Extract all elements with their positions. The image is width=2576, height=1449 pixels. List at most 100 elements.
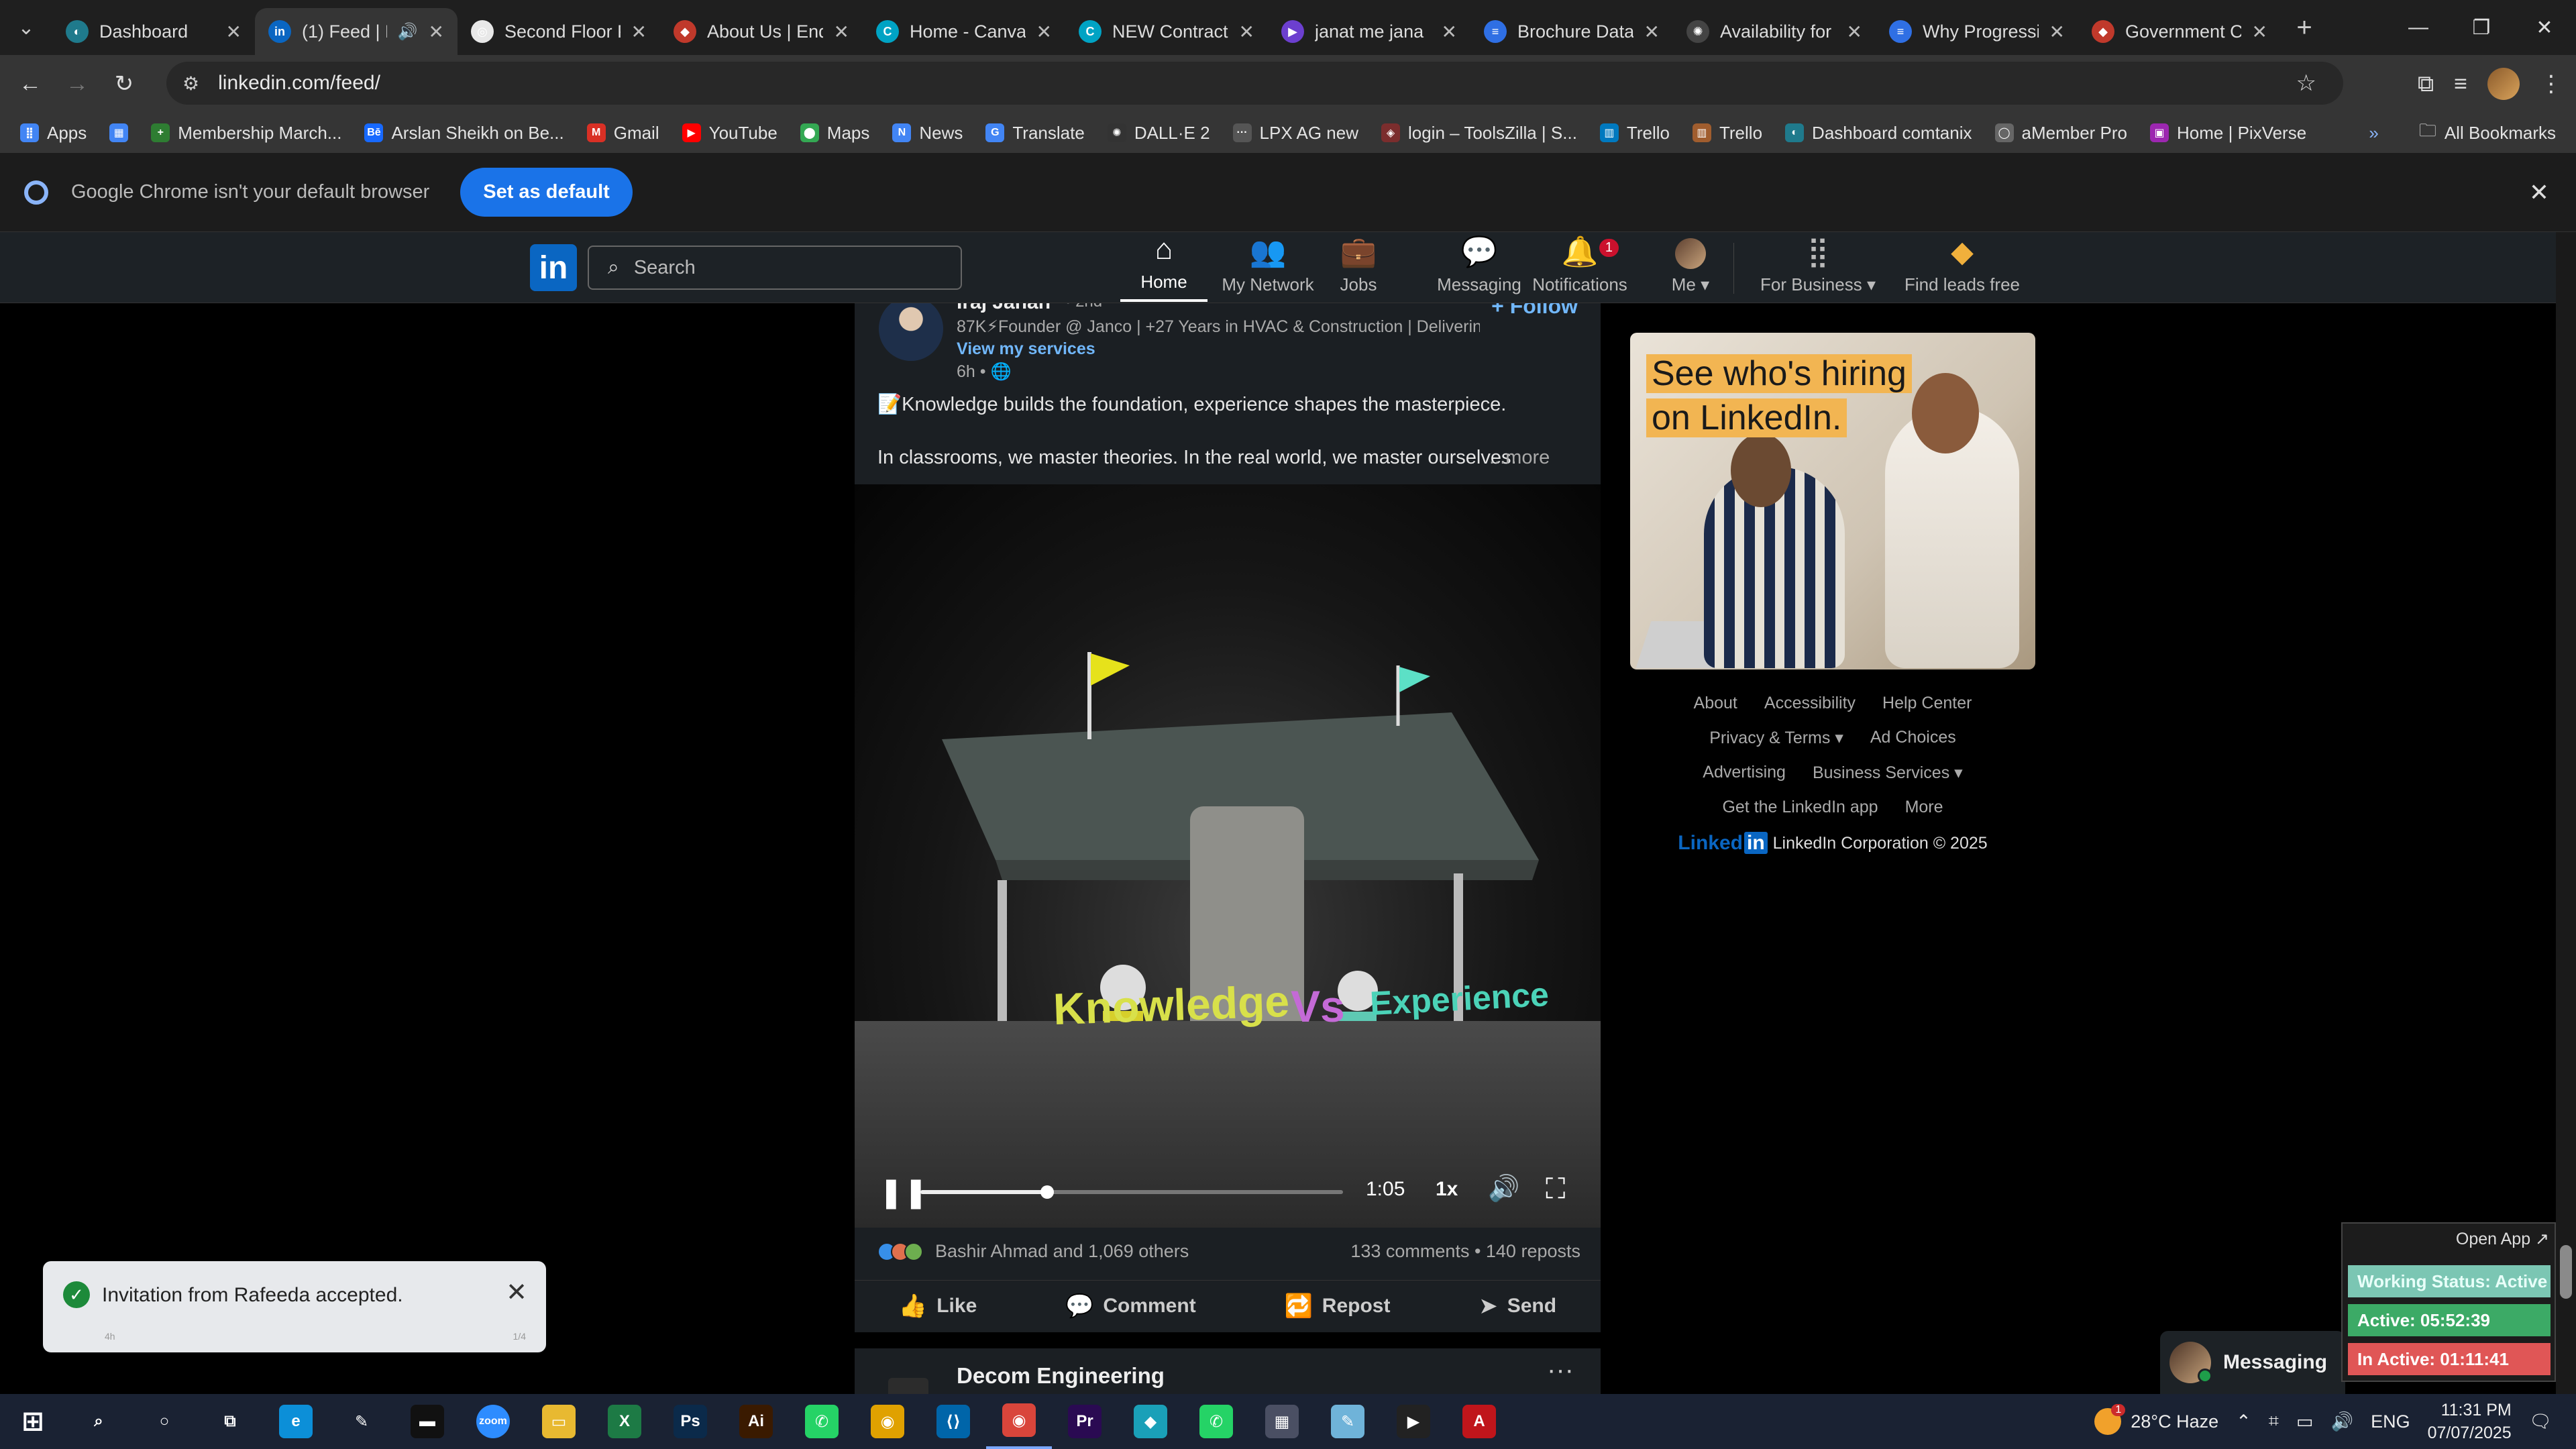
set-as-default-button[interactable]: Set as default [460,168,633,217]
playback-speed-button[interactable]: 1x [1436,1178,1458,1201]
forward-button[interactable]: → [54,71,101,97]
browser-tab[interactable]: ◐ Dashboard ✕ [52,8,255,55]
linkedin-logo[interactable]: in [530,244,577,291]
footer-link[interactable]: Get the LinkedIn app [1722,798,1878,817]
volume-icon[interactable]: 🔊 [1488,1174,1519,1203]
tab-close-icon[interactable]: ✕ [2049,21,2065,43]
chrome-menu-icon[interactable]: ⋮ [2540,70,2563,97]
notification-center-icon[interactable]: 🗨 [2529,1411,2552,1432]
footer-link[interactable]: Advertising [1703,763,1786,783]
restore-button[interactable]: ❐ [2450,0,2513,55]
bookmark-item[interactable]: N News [892,123,963,144]
fullscreen-icon[interactable]: ⛶ [1546,1173,1565,1205]
video-progress-bar[interactable] [920,1185,1343,1199]
search-input[interactable]: ⌕ Search [588,246,962,290]
whatsapp-icon-2[interactable]: ✆ [1183,1394,1249,1449]
network-icon[interactable]: ▭ [2296,1411,2314,1432]
bookmark-item[interactable]: ▥ Trello [1599,123,1670,144]
address-bar[interactable]: ⚙ linkedin.com/feed/ ☆ [166,62,2343,105]
footer-link[interactable]: About [1694,694,1737,713]
bookmark-item[interactable]: ··· LPX AG new [1232,123,1358,144]
close-window-button[interactable]: ✕ [2513,0,2576,55]
weather-widget[interactable]: 1 28°C Haze [2094,1404,2218,1435]
browser-tab[interactable]: ◆ Government Contract ✕ [2078,8,2281,55]
vscode-icon[interactable]: ⟨⟩ [920,1394,986,1449]
tab-close-icon[interactable]: ✕ [1847,21,1862,43]
browser-tab[interactable]: in (1) Feed | LinkedIn 🔊 ✕ [255,8,458,55]
nav-jobs[interactable]: 💼 Jobs [1322,235,1395,302]
chrome-active-icon[interactable]: ◉ [986,1394,1052,1449]
view-services-link[interactable]: View my services [957,339,1095,359]
more-bookmarks-icon[interactable]: » [2369,123,2378,144]
extensions-icon[interactable]: ⧉ [2418,71,2434,97]
nav-home[interactable]: ⌂ Home [1120,233,1208,302]
company-logo[interactable] [888,1378,928,1394]
bookmark-item[interactable]: ▶ YouTube [682,123,777,144]
app-diamond-icon[interactable]: ◆ [1118,1394,1183,1449]
zoom-icon[interactable]: zoom [460,1394,526,1449]
bookmark-item[interactable]: ▣ Home | PixVerse [2150,123,2306,144]
author-avatar[interactable] [879,297,943,361]
tab-close-icon[interactable]: ✕ [2252,21,2267,43]
file-explorer-icon[interactable]: ▭ [526,1394,592,1449]
start-button[interactable]: ⊞ [0,1394,66,1449]
bookmark-item[interactable]: ◐ Dashboard comtanix [1785,123,1972,144]
browser-tab[interactable]: ≡ Brochure Data ✕ [1470,8,1673,55]
open-app-button[interactable]: Open App ↗ [2456,1229,2549,1249]
footer-link[interactable]: More [1905,798,1943,817]
new-tab-button[interactable]: + [2281,13,2328,43]
bookmark-item[interactable]: ◈ login – ToolsZilla | S... [1381,123,1577,144]
bookmark-item[interactable]: + Membership March... [151,123,341,144]
like-button[interactable]: 👍 Like [899,1293,977,1320]
profile-avatar[interactable] [2487,68,2520,100]
hiring-ad[interactable]: See who's hiring on LinkedIn. [1630,333,2035,669]
browser-tab[interactable]: C NEW Contract ✕ [1065,8,1268,55]
back-button[interactable]: ← [7,71,54,97]
clock[interactable]: 11:31 PM 07/07/2025 [2428,1399,2512,1444]
reload-button[interactable]: ↻ [101,70,148,97]
edge-icon[interactable]: e [263,1394,329,1449]
browser-tab[interactable]: ✺ Availability for ✕ [1673,8,1876,55]
tab-close-icon[interactable]: ✕ [1644,21,1660,43]
comment-button[interactable]: 💬 Comment [1065,1293,1196,1320]
media-control-icon[interactable]: ≡ [2454,71,2467,97]
post-menu-icon[interactable]: ··· [1547,1355,1574,1385]
minimize-button[interactable]: — [2387,0,2450,55]
see-more-link[interactable]: ...more [1489,447,1550,469]
browser-tab[interactable]: ◎ Second Floor Plan ✕ [458,8,660,55]
bookmark-item[interactable]: ⬤ Maps [800,123,869,144]
tray-chevron-icon[interactable]: ⌃ [2236,1411,2251,1432]
excel-icon[interactable]: X [592,1394,657,1449]
reactions-summary[interactable]: Bashir Ahmad and 1,069 others [877,1241,1189,1262]
bookmark-item[interactable]: G Translate [985,123,1085,144]
next-post-author[interactable]: Decom Engineering [957,1363,1165,1389]
tab-audio-icon[interactable]: 🔊 [398,22,418,42]
send-button[interactable]: ➤ Send [1479,1293,1556,1320]
meet-now-icon[interactable]: ⌗ [2269,1411,2279,1432]
footer-link[interactable]: Help Center [1882,694,1972,713]
toast-close-icon[interactable]: ✕ [506,1277,527,1307]
terminal-icon[interactable]: ▬ [394,1394,460,1449]
nav-avatar[interactable]: Me ▾ [1650,237,1731,302]
footer-link[interactable]: Privacy & Terms ▾ [1709,728,1843,748]
tab-close-icon[interactable]: ✕ [834,21,849,43]
bookmark-item[interactable]: ⣿ Apps [20,123,87,144]
post-video[interactable]: Knowledge Vs Experience ❚❚ 1:05 1x 🔊 ⛶ [855,484,1601,1228]
tab-close-icon[interactable]: ✕ [631,21,647,43]
browser-tab[interactable]: ◆ About Us | Endless ✕ [660,8,863,55]
bookmark-item[interactable]: ▥ Trello [1692,123,1762,144]
tab-close-icon[interactable]: ✕ [1036,21,1052,43]
browser-tab[interactable]: ≡ Why Progressive ✕ [1876,8,2078,55]
nav-messaging[interactable]: 💬 Messaging [1429,235,1529,302]
illustrator-icon[interactable]: Ai [723,1394,789,1449]
nav-grid[interactable]: ⣿ For Business ▾ [1758,235,1878,302]
search-icon[interactable]: ⌕ [66,1394,131,1449]
whatsapp-icon[interactable]: ✆ [789,1394,855,1449]
nav-leads[interactable]: ◆ Find leads free [1898,235,2026,302]
premiere-icon[interactable]: Pr [1052,1394,1118,1449]
tab-search-chevron-icon[interactable]: ⌄ [0,0,52,55]
footer-link[interactable]: Business Services ▾ [1813,763,1963,783]
site-info-icon[interactable]: ⚙ [182,72,199,95]
footer-link[interactable]: Ad Choices [1870,728,1956,748]
language-indicator[interactable]: ENG [2371,1411,2410,1432]
